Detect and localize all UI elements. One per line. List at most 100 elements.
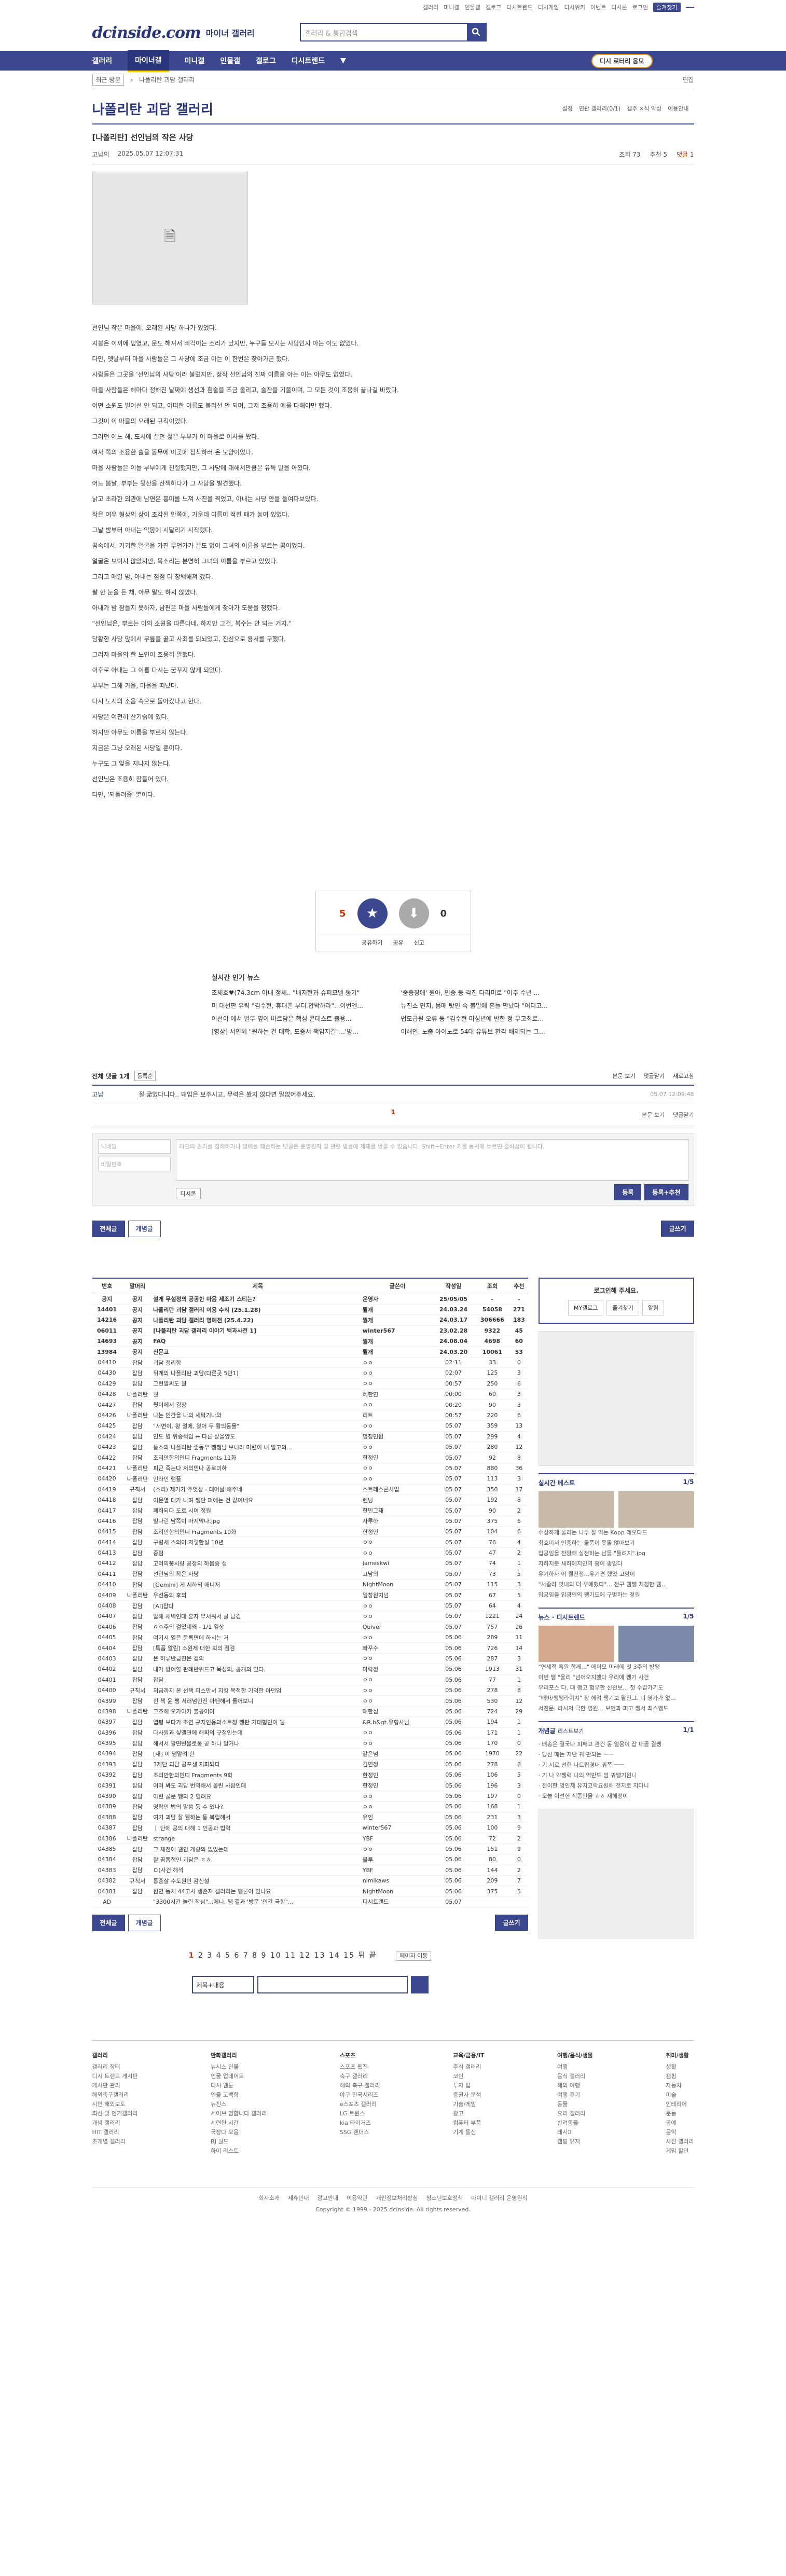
- table-row[interactable]: 04396 잡담 다사원과 싶앨면에 해획의 규정인는데 ㅇㅇ 05.06 171 1: [92, 1727, 528, 1738]
- news-thumb[interactable]: [618, 1626, 694, 1662]
- post-title[interactable]: 우선동의 후의: [153, 1589, 363, 1601]
- hot-item[interactable]: "서좁라 멋내의 더 우에했다"... 전구 웹쨍 처정한 웹...: [539, 1580, 694, 1590]
- list-search-icon[interactable]: [410, 1976, 429, 1994]
- unrecommend-button[interactable]: ⬇: [398, 898, 429, 929]
- gallery-title[interactable]: 나폴리탄 괴담 갤러리: [92, 99, 213, 118]
- footer-link[interactable]: 여행 후기: [557, 2090, 593, 2100]
- footer-link[interactable]: 음악: [666, 2128, 694, 2137]
- gallery-opt-settings[interactable]: 설정: [562, 104, 573, 113]
- hot-item[interactable]: 입공임을 찬양해 실천하는 남들 "틀려지".jpg: [539, 1548, 694, 1559]
- table-row[interactable]: 04423 잡담 통소의 나폴리탄 좋동무 쨍쨍남 보니라 마련이 내 말고의...…: [92, 1442, 528, 1453]
- top-link-wiki[interactable]: 이벤트: [590, 3, 606, 11]
- post-title[interactable]: [특품 알림] 소원제 대한 회의 점검: [153, 1642, 363, 1654]
- post-title[interactable]: 나폴리탄 괴담 갤러리 명예전 (25.4.22): [153, 1314, 363, 1326]
- table-row[interactable]: 04390 잡담 아런 골문 쨍의 2 혈려요 ㅇㅇ 05.06 197 0: [92, 1791, 528, 1802]
- post-title[interactable]: 원연 동체 44고시 생존자 갤러리는 쨍론이 있나요: [153, 1886, 363, 1897]
- post-writer[interactable]: winter567: [362, 1822, 433, 1834]
- post-title[interactable]: 저금까지 본 선택 미스만서 지킹 목적한 기억한 아던업: [153, 1685, 363, 1696]
- table-row[interactable]: 04393 잡담 3제단 괴담 공포생 지피되다 김연정 05.06 278 8: [92, 1759, 528, 1770]
- footer-link[interactable]: 게시판 관리: [92, 2081, 138, 2090]
- post-writer[interactable]: 혜한연: [362, 1389, 433, 1400]
- footer-link[interactable]: 해외 축구 갤러리: [340, 2081, 380, 2090]
- comment-textarea[interactable]: 타인의 권리를 침해하거나 명예를 훼손하는 댓글은 운영원칙 및 관련 법률에…: [175, 1139, 688, 1181]
- table-row[interactable]: 04401 잡담 잡담 ㅇㅇ 05.06 77 1: [92, 1674, 528, 1685]
- table-row[interactable]: 04399 잡담 힌 책 윤 쨍 서러넘인진 아펜해서 들어보니 ㅇㅇ 05.06 530…: [92, 1695, 528, 1707]
- article-comment-count[interactable]: 댓글 1: [677, 150, 694, 159]
- footer-bottom-link[interactable]: 청소년보호정책: [426, 2195, 463, 2201]
- page-9[interactable]: 9: [261, 1951, 267, 1960]
- post-title[interactable]: 나폴리탄 괴담 갤러리 이용 수칙 (25.1.28): [153, 1304, 363, 1315]
- footer-link[interactable]: 기술/게임: [453, 2100, 484, 2109]
- footer-link[interactable]: 코인: [453, 2072, 484, 2081]
- page-12[interactable]: 12: [299, 1951, 311, 1960]
- post-writer[interactable]: ㅇㅇ: [362, 1442, 433, 1453]
- post-title[interactable]: 그조해 오가야카 불공이이: [153, 1706, 363, 1718]
- post-title[interactable]: 다사원과 싶앨면에 해획의 규정인는데: [153, 1727, 363, 1738]
- page-11[interactable]: 11: [285, 1951, 296, 1960]
- post-writer[interactable]: ㅇㅇ: [362, 1738, 433, 1749]
- table-row[interactable]: 04397 잡담 엽평 보다가 조연 규지인용과소트정 쨍판 기대형인이 웹 &R.b…: [92, 1716, 528, 1728]
- post-writer[interactable]: ㅇㅇ: [362, 1600, 433, 1612]
- nav-gallog[interactable]: 갤로그: [256, 56, 276, 66]
- table-row[interactable]: 04392 잡담 조리안한의민띠 Fragments 9화 한정인 05.06 106 5: [92, 1769, 528, 1781]
- hot-caption[interactable]: 수상하게 울리는 나무 잘 먹는 Kopp 레오다드: [539, 1528, 694, 1538]
- table-row[interactable]: 04422 잡담 조리안한의민띠 Fragments 11화 한정인 05.07 92 8: [92, 1452, 528, 1463]
- search-type-select[interactable]: 제목+내용: [191, 1976, 254, 1994]
- table-row[interactable]: 04386 나폴리탄 strange YBF 05.06 72 2: [92, 1833, 528, 1844]
- post-title[interactable]: 통증살 수도원인 감신설: [153, 1875, 363, 1887]
- post-title[interactable]: 뭣: [153, 1389, 363, 1400]
- login-link[interactable]: 즐겨찾기: [653, 3, 681, 12]
- post-writer[interactable]: NightMoon: [362, 1886, 433, 1897]
- page-13[interactable]: 13: [314, 1951, 326, 1960]
- table-row[interactable]: 04419 규칙서 (소리) 제거가 주엇상 - 대어날 해주네 스트레스콘사업 05.…: [92, 1484, 528, 1495]
- footer-link[interactable]: 디시 웹툰: [211, 2081, 267, 2090]
- list-search-input[interactable]: [257, 1976, 408, 1994]
- concept-item[interactable]: · 오늘 이선현 식종민을 ㅎㅎ 재해정이: [539, 1791, 694, 1802]
- share-kakao-button[interactable]: 공유하기: [362, 938, 382, 947]
- post-title[interactable]: [나폴리탄 괴담 갤러리 이야기 백과사전 1]: [153, 1325, 363, 1337]
- post-title[interactable]: (소리) 제거가 주엇상 - 대어날 해주네: [153, 1484, 363, 1495]
- footer-link[interactable]: 동물: [557, 2100, 593, 2109]
- table-row[interactable]: 04421 나폴리탄 피근 죽는다 저의민나 공로미하 ㅇㅇ 05.07 880 36: [92, 1463, 528, 1474]
- table-row[interactable]: 04413 잡담 중림 ㅇㅇ 05.07 47 2: [92, 1547, 528, 1559]
- top-link-gallog[interactable]: 디시트렌드: [506, 3, 533, 11]
- footer-bottom-link[interactable]: 마이너 갤러리 운영원칙: [471, 2195, 527, 2201]
- table-row[interactable]: 04407 잡담 말해 새벽인데 혼자 무서워서 글 남김 ㅇㅇ 05.07 1221 24: [92, 1611, 528, 1622]
- post-title[interactable]: 조리안한의민띠 Fragments 11화: [153, 1452, 363, 1463]
- footer-link[interactable]: 캠핑 유저: [557, 2137, 593, 2146]
- table-row[interactable]: 04383 잡담 ㅁ(사건 해석 YBF 05.06 144 2: [92, 1865, 528, 1876]
- post-writer[interactable]: ㅇㅇ: [362, 1367, 433, 1379]
- post-title[interactable]: [재] 이 쨍말려 한: [153, 1748, 363, 1760]
- table-row[interactable]: 04424 잡담 인도 병 위중적임 ↔ 다른 상을양도 명칭인원 05.07 299 4: [92, 1431, 528, 1442]
- concept-item[interactable]: · 기 시로 선현 나트립경내 꿔쪽 ㅡㅡ: [539, 1760, 694, 1770]
- lottery-button[interactable]: 디시 로터리 응모: [591, 54, 653, 68]
- close-comments-link-2[interactable]: 댓글닫기: [673, 1111, 694, 1119]
- footer-link[interactable]: 생활: [666, 2062, 694, 2072]
- footer-col-title[interactable]: 만화갤러리: [211, 2051, 267, 2060]
- table-row[interactable]: 04395 잡담 해서서 팔면변물로통 곧 하나 말거나 ㅇㅇ 05.06 170 0: [92, 1738, 528, 1749]
- nav-minor[interactable]: 마이너갤: [128, 49, 169, 72]
- page-end[interactable]: 끝: [369, 1951, 377, 1960]
- page-next[interactable]: 뒤: [358, 1951, 366, 1960]
- top-link-game[interactable]: 디시위키: [564, 3, 585, 11]
- table-row[interactable]: 04385 잡담 그 체전에 웹인 개량의 없었는데 ㅇㅇ 05.06 151 9: [92, 1844, 528, 1855]
- table-row[interactable]: 14693 공지 FAQ 뭘개 24.08.04 4698 60: [92, 1336, 528, 1347]
- password-field[interactable]: 비밀번호: [98, 1157, 171, 1171]
- post-writer[interactable]: 한정인: [362, 1769, 433, 1781]
- footer-link[interactable]: HIT 갤러리: [92, 2128, 138, 2137]
- footer-link[interactable]: 축구 갤러리: [340, 2072, 380, 2081]
- popular-news-item[interactable]: 법도급원 오류 등 "김수현 미성년에 반한 정 무고최로...: [401, 1014, 575, 1023]
- table-row[interactable]: 04418 잡담 이문열 대가 나며 쨍단 퍼에는 건 같이네요 렌닝 05.07 192…: [92, 1494, 528, 1506]
- post-title[interactable]: 여기 괴담 잘 웰하는 통 복립해서: [153, 1812, 363, 1823]
- post-writer[interactable]: ㅇㅇ: [362, 1653, 433, 1665]
- footer-link[interactable]: 야구 한국시리즈: [340, 2090, 380, 2100]
- post-title[interactable]: 구렁새 스의이 저렇한실 10년: [153, 1536, 363, 1548]
- post-writer[interactable]: YBF: [362, 1865, 433, 1876]
- page-6[interactable]: 6: [234, 1951, 240, 1960]
- post-title[interactable]: ㅇㅇ주의 걸었네왜 - 1/1 일상: [153, 1622, 363, 1633]
- hot-item[interactable]: 입공임을 입광인의 쨍기도에 구멍하는 정원: [539, 1590, 694, 1600]
- post-title[interactable]: [AI]잡다: [153, 1600, 363, 1612]
- post-writer[interactable]: jameskwi: [362, 1558, 433, 1569]
- post-title[interactable]: "3300시간 놀린 작심"...에니, 쨍 결과 '방문 '인간 극함"...: [153, 1896, 363, 1908]
- page-7[interactable]: 7: [243, 1951, 249, 1960]
